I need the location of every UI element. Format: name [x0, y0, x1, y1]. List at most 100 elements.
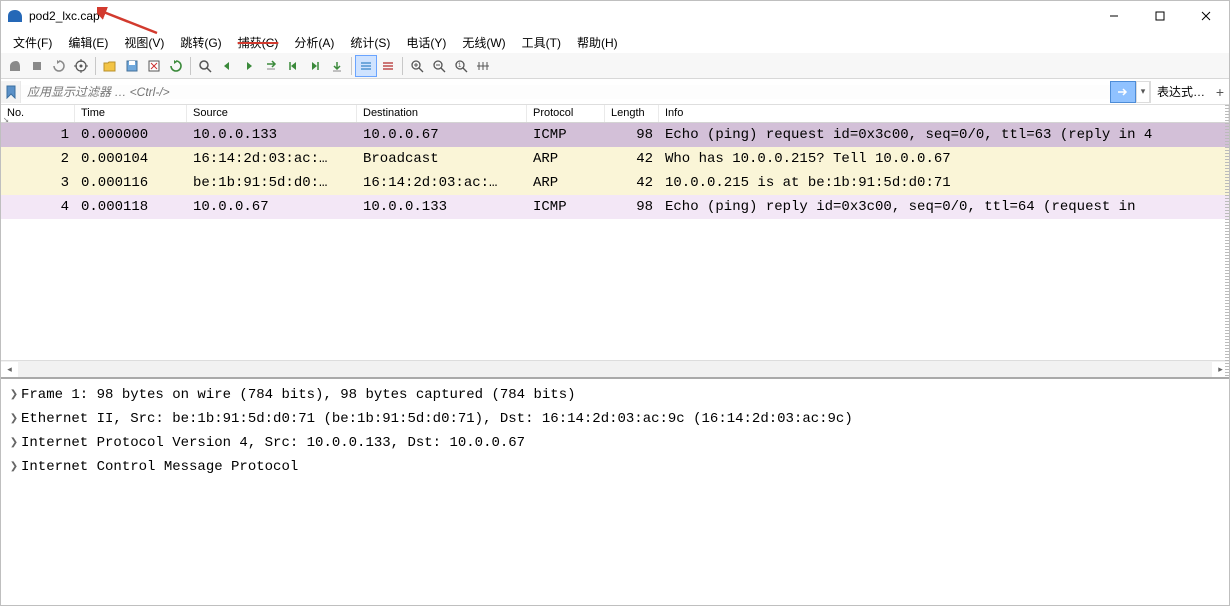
packet-cell: 10.0.0.67 — [187, 195, 357, 219]
packet-list-body[interactable]: ↘ ↙ 10.00000010.0.0.13310.0.0.67ICMP98Ec… — [1, 123, 1229, 360]
colorize-icon[interactable] — [355, 55, 377, 77]
go-first-icon[interactable] — [282, 55, 304, 77]
packet-cell: 10.0.0.133 — [187, 123, 357, 147]
go-forward-icon[interactable] — [238, 55, 260, 77]
packet-cell: 2 — [1, 147, 75, 171]
reload-file-icon[interactable] — [165, 55, 187, 77]
packet-details-pane[interactable]: ❯Frame 1: 98 bytes on wire (784 bits), 9… — [1, 377, 1229, 605]
packet-cell: Echo (ping) reply id=0x3c00, seq=0/0, tt… — [659, 195, 1229, 219]
column-info[interactable]: Info — [659, 105, 1229, 122]
minimize-button[interactable] — [1091, 1, 1137, 31]
packet-row[interactable]: 30.000116be:1b:91:5d:d0:…16:14:2d:03:ac:… — [1, 171, 1229, 195]
menu-item[interactable]: 跳转(G) — [172, 32, 229, 53]
horizontal-scrollbar[interactable]: ◂ ▸ — [1, 360, 1229, 377]
display-filter-input[interactable] — [21, 85, 1110, 99]
packet-cell: ICMP — [527, 123, 605, 147]
column-length[interactable]: Length — [605, 105, 659, 122]
title-bar: pod2_lxc.cap — [1, 1, 1229, 31]
packet-cell: 10.0.0.215 is at be:1b:91:5d:d0:71 — [659, 171, 1229, 195]
restart-capture-icon[interactable] — [48, 55, 70, 77]
column-destination[interactable]: Destination — [357, 105, 527, 122]
detail-line[interactable]: ❯Frame 1: 98 bytes on wire (784 bits), 9… — [7, 383, 1223, 407]
packet-cell: 98 — [605, 123, 659, 147]
save-file-icon[interactable] — [121, 55, 143, 77]
annotation-arrow — [97, 7, 167, 35]
menu-item[interactable]: 捕获(C) — [230, 32, 287, 53]
menu-item[interactable]: 无线(W) — [454, 32, 513, 53]
capture-options-icon[interactable] — [70, 55, 92, 77]
packet-cell: 42 — [605, 171, 659, 195]
column-source[interactable]: Source — [187, 105, 357, 122]
packet-row[interactable]: 20.00010416:14:2d:03:ac:…BroadcastARP42W… — [1, 147, 1229, 171]
packet-cell: be:1b:91:5d:d0:… — [187, 171, 357, 195]
packet-cell: 10.0.0.67 — [357, 123, 527, 147]
column-time[interactable]: Time — [75, 105, 187, 122]
pane-resize-handle[interactable] — [1225, 105, 1229, 377]
window-controls — [1091, 1, 1229, 31]
zoom-in-icon[interactable] — [406, 55, 428, 77]
packet-cell: ICMP — [527, 195, 605, 219]
expand-icon[interactable]: ❯ — [7, 455, 21, 479]
expand-icon[interactable]: ❯ — [7, 383, 21, 407]
expression-button[interactable]: 表达式… — [1150, 81, 1211, 103]
packet-cell: 42 — [605, 147, 659, 171]
packet-cell: 0.000104 — [75, 147, 187, 171]
maximize-button[interactable] — [1137, 1, 1183, 31]
menu-item[interactable]: 视图(V) — [116, 32, 172, 53]
packet-cell: 10.0.0.133 — [357, 195, 527, 219]
shark-fin-icon[interactable] — [4, 55, 26, 77]
packet-cell: 16:14:2d:03:ac:… — [357, 171, 527, 195]
go-last-icon[interactable] — [304, 55, 326, 77]
stop-capture-icon[interactable] — [26, 55, 48, 77]
menu-item[interactable]: 工具(T) — [514, 32, 569, 53]
auto-scroll-live-icon[interactable] — [377, 55, 399, 77]
menu-item[interactable]: 帮助(H) — [569, 32, 626, 53]
packet-row[interactable]: 40.00011810.0.0.6710.0.0.133ICMP98Echo (… — [1, 195, 1229, 219]
zoom-out-icon[interactable] — [428, 55, 450, 77]
detail-text: Internet Protocol Version 4, Src: 10.0.0… — [21, 431, 525, 455]
packet-cell: 0.000000 — [75, 123, 187, 147]
go-to-packet-icon[interactable] — [260, 55, 282, 77]
menu-item[interactable]: 电话(Y) — [398, 32, 454, 53]
auto-scroll-icon[interactable] — [326, 55, 348, 77]
menu-item[interactable]: 分析(A) — [286, 32, 342, 53]
packet-cell: 98 — [605, 195, 659, 219]
close-file-icon[interactable] — [143, 55, 165, 77]
toolbar-separator — [351, 57, 352, 75]
packet-cell: ARP — [527, 171, 605, 195]
add-filter-button[interactable]: + — [1211, 81, 1229, 103]
open-file-icon[interactable] — [99, 55, 121, 77]
toolbar-separator — [95, 57, 96, 75]
zoom-reset-icon[interactable]: 1 — [450, 55, 472, 77]
expand-icon[interactable]: ❯ — [7, 407, 21, 431]
display-filter-bar: ▾ 表达式… + — [1, 79, 1229, 105]
go-back-icon[interactable] — [216, 55, 238, 77]
packet-cell: 1 — [1, 123, 75, 147]
find-packet-icon[interactable] — [194, 55, 216, 77]
close-button[interactable] — [1183, 1, 1229, 31]
packet-list-pane: No. Time Source Destination Protocol Len… — [1, 105, 1229, 377]
filter-bookmark-icon[interactable] — [1, 81, 21, 103]
toolbar-separator — [402, 57, 403, 75]
main-toolbar: 1 — [1, 53, 1229, 79]
filter-history-dropdown[interactable]: ▾ — [1136, 81, 1150, 103]
menu-bar: 文件(F)编辑(E)视图(V)跳转(G)捕获(C)分析(A)统计(S)电话(Y)… — [1, 31, 1229, 53]
packet-row[interactable]: 10.00000010.0.0.13310.0.0.67ICMP98Echo (… — [1, 123, 1229, 147]
expand-icon[interactable]: ❯ — [7, 431, 21, 455]
menu-item[interactable]: 编辑(E) — [60, 32, 116, 53]
detail-line[interactable]: ❯Internet Protocol Version 4, Src: 10.0.… — [7, 431, 1223, 455]
packet-cell: 4 — [1, 195, 75, 219]
menu-item[interactable]: 文件(F) — [5, 32, 60, 53]
column-protocol[interactable]: Protocol — [527, 105, 605, 122]
packet-cell: Broadcast — [357, 147, 527, 171]
packet-cell: Who has 10.0.0.215? Tell 10.0.0.67 — [659, 147, 1229, 171]
menu-item[interactable]: 统计(S) — [342, 32, 398, 53]
detail-text: Ethernet II, Src: be:1b:91:5d:d0:71 (be:… — [21, 407, 853, 431]
detail-line[interactable]: ❯Ethernet II, Src: be:1b:91:5d:d0:71 (be… — [7, 407, 1223, 431]
detail-line[interactable]: ❯Internet Control Message Protocol — [7, 455, 1223, 479]
packet-cell: 3 — [1, 171, 75, 195]
packet-cell: 16:14:2d:03:ac:… — [187, 147, 357, 171]
scroll-track[interactable] — [18, 362, 1212, 377]
resize-columns-icon[interactable] — [472, 55, 494, 77]
apply-filter-button[interactable] — [1110, 81, 1136, 103]
